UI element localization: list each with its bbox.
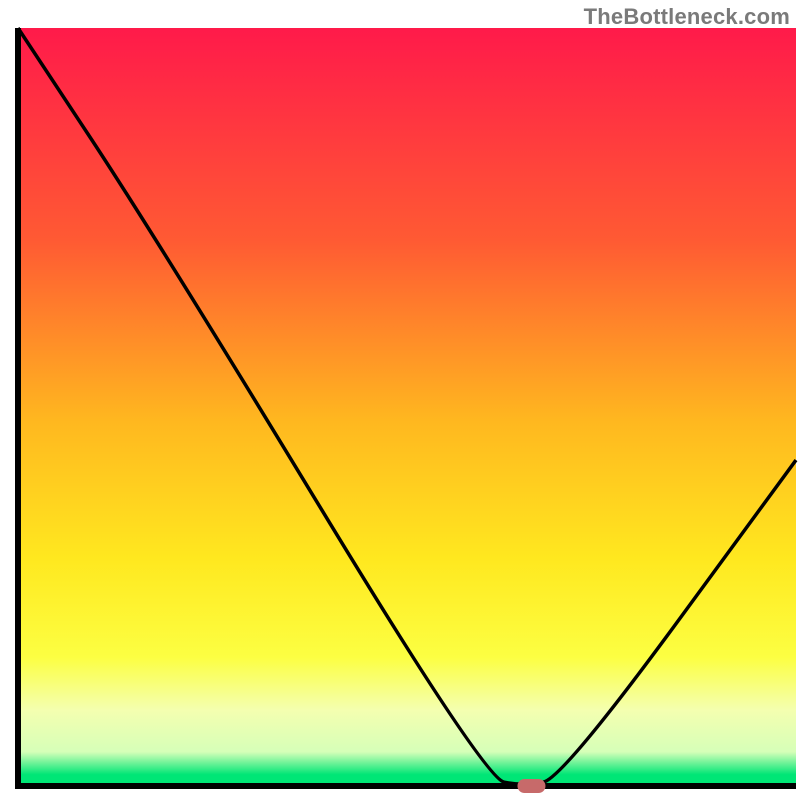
- optimal-marker: [517, 779, 545, 793]
- attribution-text: TheBottleneck.com: [584, 4, 790, 30]
- bottleneck-chart: [0, 0, 800, 800]
- chart-container: TheBottleneck.com: [0, 0, 800, 800]
- plot-background: [18, 28, 796, 786]
